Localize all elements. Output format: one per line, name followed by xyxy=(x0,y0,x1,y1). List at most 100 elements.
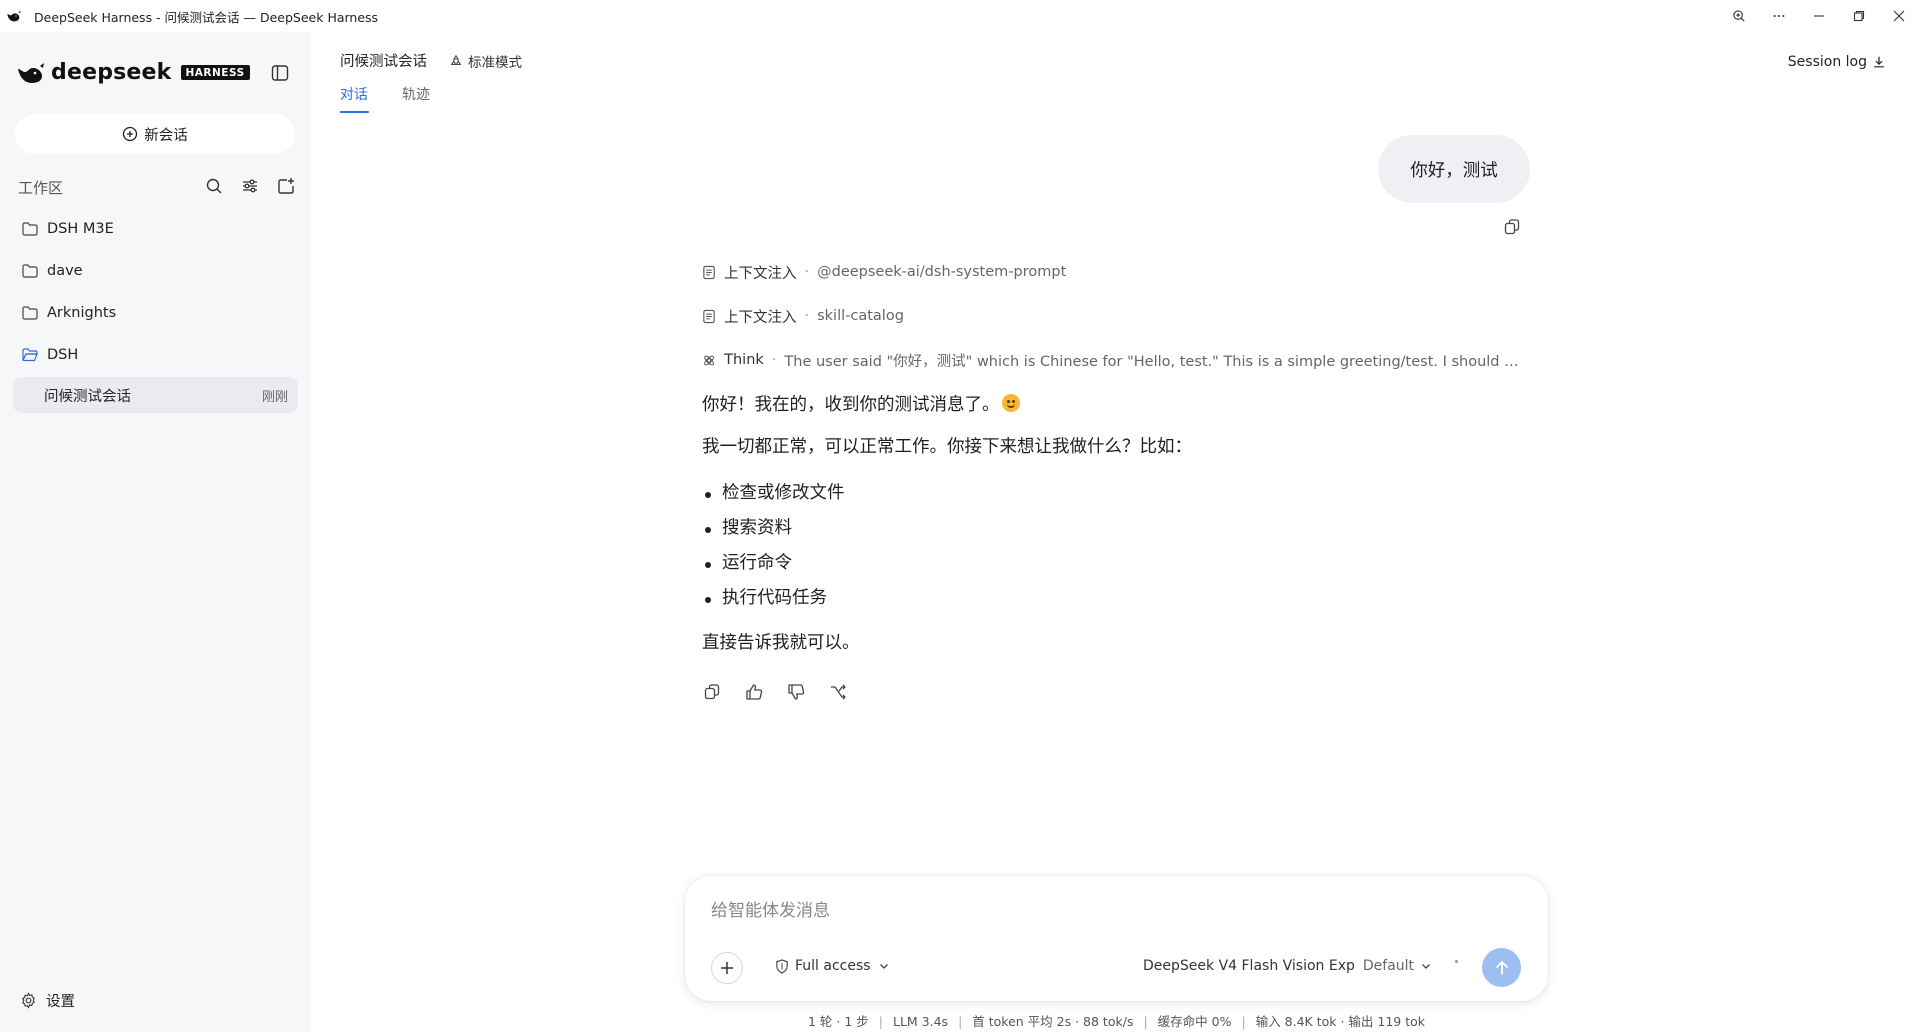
zoom-icon[interactable] xyxy=(1719,0,1759,32)
session-item-active[interactable]: 问候测试会话 刚刚 xyxy=(13,377,298,413)
assistant-paragraph: 我一切都正常，可以正常工作。你接下来想让我做什么？比如： xyxy=(702,437,1192,457)
folder-icon xyxy=(22,306,38,320)
chevron-down-icon xyxy=(879,964,888,969)
folder-label: DSH xyxy=(47,347,79,363)
session-name: 问候测试会话 xyxy=(44,388,131,405)
deepseek-whale-icon xyxy=(17,62,45,84)
message-actions xyxy=(702,682,870,702)
context-detail: @deepseek-ai/dsh-system-prompt xyxy=(817,264,1067,280)
plus-circle-icon xyxy=(123,126,138,142)
folder-open-icon xyxy=(22,348,38,362)
thumbs-down-icon[interactable] xyxy=(786,682,806,702)
brand-logo: deepseek HARNESS xyxy=(17,60,250,85)
list-item-text: 搜索资料 xyxy=(722,518,792,538)
brand-name: deepseek xyxy=(51,60,172,85)
list-item: 执行代码任务 xyxy=(702,588,827,608)
sidebar-toggle-icon[interactable] xyxy=(270,63,290,83)
message-input[interactable] xyxy=(711,896,1511,926)
session-title: 问候测试会话 xyxy=(340,54,427,70)
brand-badge: HARNESS xyxy=(180,65,250,80)
folder-label: dave xyxy=(47,263,83,279)
status-bar: 1 轮 · 1 步 | LLM 3.4s | 首 token 平均 2s · 88 to… xyxy=(807,1014,1426,1029)
message-composer: Full access DeepSeek V4 Flash Vision Exp… xyxy=(685,876,1548,1001)
status-cache: 缓存命中 0% xyxy=(1157,1014,1232,1029)
new-chat-button[interactable]: 新会话 xyxy=(15,114,295,154)
attach-button[interactable] xyxy=(711,952,743,984)
list-item-text: 执行代码任务 xyxy=(722,588,827,608)
list-item: 搜索资料 xyxy=(702,518,792,538)
close-icon[interactable] xyxy=(1879,0,1919,32)
mode-selector[interactable]: 标准模式 xyxy=(449,51,522,71)
model-selector[interactable]: DeepSeek V4 Flash Vision Exp Default xyxy=(1143,958,1431,974)
think-label: Think xyxy=(724,352,764,368)
separator-dot: · xyxy=(804,308,810,324)
assistant-line: 你好！我在的，收到你的测试消息了。 xyxy=(702,395,1000,415)
assistant-paragraph: 直接告诉我就可以。 xyxy=(702,633,860,653)
restore-icon[interactable] xyxy=(1839,0,1879,32)
assistant-paragraph: 你好！我在的，收到你的测试消息了。 xyxy=(702,394,1020,415)
folder-label: DSH M3E xyxy=(47,221,114,237)
think-summary: The user said "你好，测试" which is Chinese f… xyxy=(784,353,1522,370)
session-time: 刚刚 xyxy=(261,389,288,405)
folder-item[interactable]: Arknights xyxy=(22,302,116,324)
context-kind: 上下文注入 xyxy=(724,265,797,282)
tab-bar: 对话 轨迹 xyxy=(340,84,464,114)
status-llm: LLM 3.4s xyxy=(892,1014,949,1029)
copy-icon[interactable] xyxy=(1503,218,1521,236)
sidebar: deepseek HARNESS 新会话 工作区 DSH M3E dave Ar… xyxy=(0,32,310,1032)
session-log-label: Session log xyxy=(1787,54,1867,70)
context-injection-row[interactable]: 上下文注入 · @deepseek-ai/dsh-system-prompt xyxy=(702,262,1066,282)
tab-conversation[interactable]: 对话 xyxy=(340,84,369,114)
session-header: 问候测试会话 标准模式 xyxy=(340,50,522,71)
folder-icon xyxy=(22,264,38,278)
folder-item[interactable]: DSH M3E xyxy=(22,218,114,240)
status-tokens: 输入 8.4K tok · 输出 119 tok xyxy=(1255,1014,1426,1029)
context-injection-row[interactable]: 上下文注入 · skill-catalog xyxy=(702,306,904,326)
thumbs-up-icon[interactable] xyxy=(744,682,764,702)
think-row[interactable]: Think · The user said "你好，测试" which is C… xyxy=(702,350,1522,370)
workspace-label: 工作区 xyxy=(18,178,64,197)
model-preset: Default xyxy=(1362,958,1415,974)
separator-dot: · xyxy=(771,352,777,368)
plus-icon xyxy=(721,962,733,974)
context-kind: 上下文注入 xyxy=(724,309,797,326)
document-icon xyxy=(703,265,715,279)
folder-label: Arknights xyxy=(47,305,117,321)
status-turns: 1 轮 · 1 步 xyxy=(807,1014,869,1029)
title-bar: DeepSeek Harness - 问候测试会话 — DeepSeek Har… xyxy=(0,0,1919,32)
arrow-up-icon xyxy=(1495,960,1508,975)
document-icon xyxy=(703,309,715,323)
list-item: 运行命令 xyxy=(702,553,792,573)
separator-dot: · xyxy=(804,264,810,280)
settings-label: 设置 xyxy=(46,994,75,1010)
model-name: DeepSeek V4 Flash Vision Exp xyxy=(1143,958,1355,974)
folder-item[interactable]: dave xyxy=(22,260,83,282)
chevron-down-icon xyxy=(1422,964,1431,969)
folder-item-open[interactable]: DSH xyxy=(22,344,78,366)
app-whale-icon xyxy=(6,8,22,24)
session-log-button[interactable]: Session log xyxy=(1788,54,1886,70)
list-item-text: 运行命令 xyxy=(722,553,792,573)
new-folder-icon[interactable] xyxy=(276,176,296,196)
smiley-emoji-icon xyxy=(1001,394,1020,412)
tab-trace[interactable]: 轨迹 xyxy=(402,84,430,114)
minimize-icon[interactable] xyxy=(1799,0,1839,32)
filter-icon[interactable] xyxy=(240,176,260,196)
brain-icon xyxy=(704,355,714,365)
settings-button[interactable]: 设置 xyxy=(20,990,75,1011)
branch-icon[interactable] xyxy=(828,682,848,702)
shield-icon xyxy=(776,958,788,974)
search-icon[interactable] xyxy=(204,176,224,196)
recycle-icon xyxy=(450,54,462,65)
loading-indicator xyxy=(1455,960,1458,963)
mode-label: 标准模式 xyxy=(468,54,522,71)
list-item-text: 检查或修改文件 xyxy=(722,483,845,503)
user-message: 你好，测试 xyxy=(1378,135,1530,203)
folder-icon xyxy=(22,222,38,236)
send-button[interactable] xyxy=(1482,948,1521,987)
window-title: DeepSeek Harness - 问候测试会话 — DeepSeek Har… xyxy=(34,9,379,25)
access-selector[interactable]: Full access xyxy=(775,958,895,974)
copy-icon[interactable] xyxy=(702,682,722,702)
workspace-header: 工作区 xyxy=(18,176,296,198)
more-icon[interactable] xyxy=(1759,0,1799,32)
